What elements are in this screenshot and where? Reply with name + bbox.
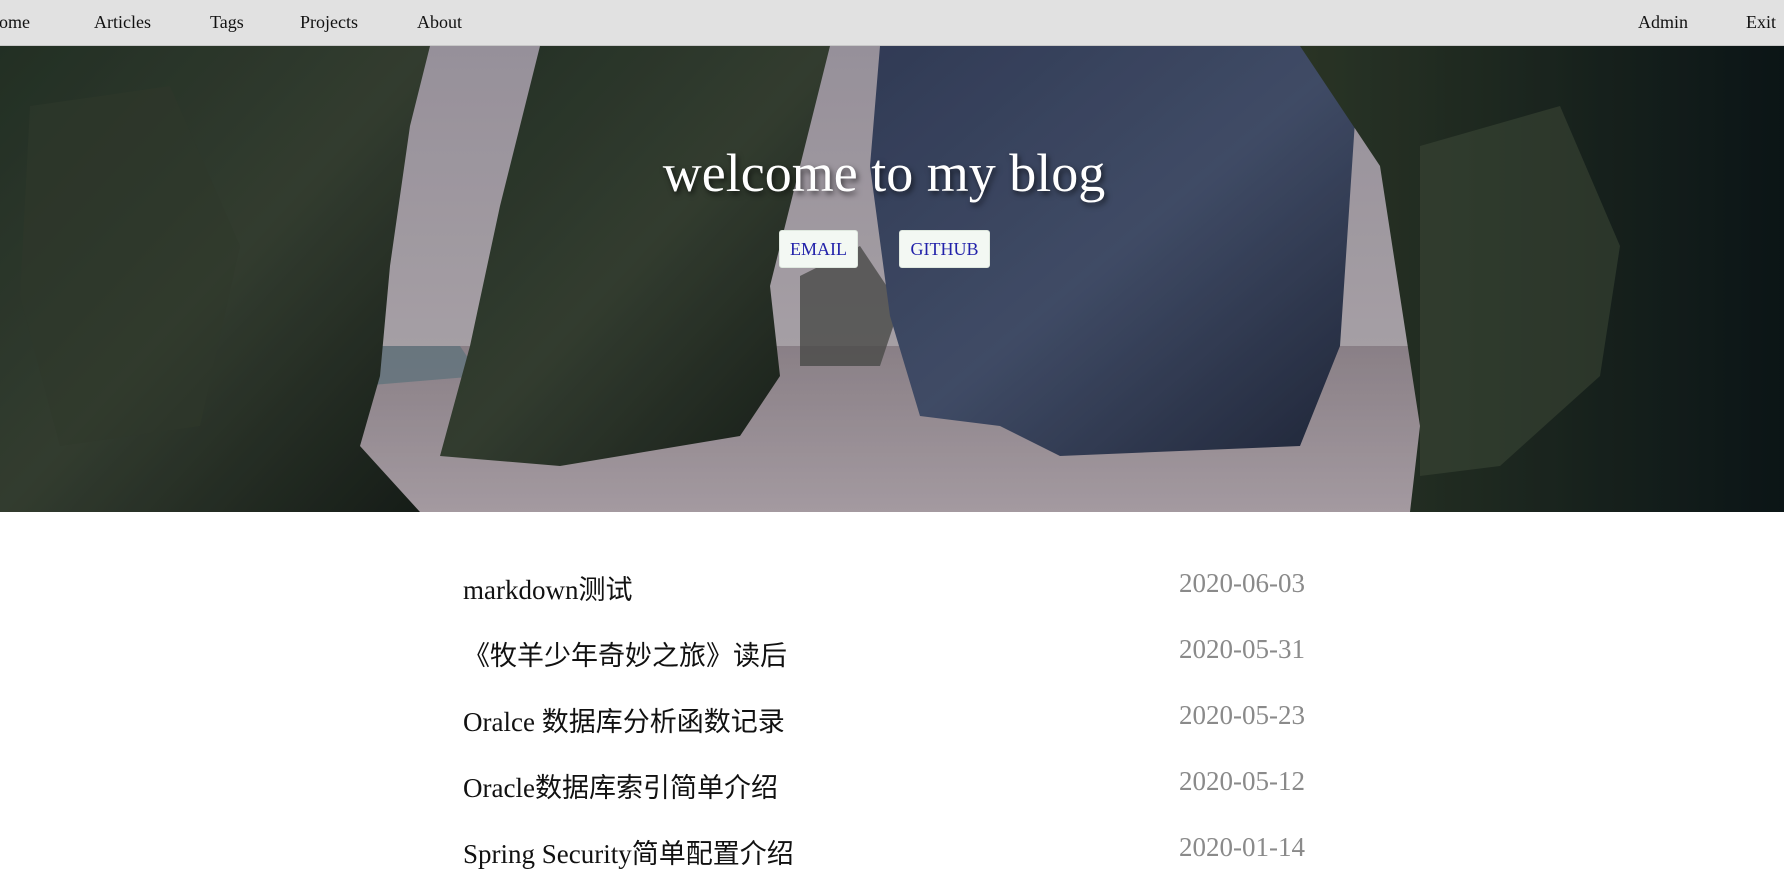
top-navigation-bar: Home Articles Tags Projects About Admin … — [0, 0, 1784, 46]
post-title[interactable]: 《牧羊少年奇妙之旅》读后 — [463, 634, 787, 673]
nav-link-home[interactable]: Home — [0, 12, 30, 33]
nav-link-about[interactable]: About — [417, 12, 462, 33]
hero-background-image — [0, 46, 1784, 512]
nav-link-admin[interactable]: Admin — [1638, 12, 1688, 33]
post-row[interactable]: markdown测试 2020-06-03 — [463, 560, 1305, 626]
post-row[interactable]: Oracle数据库索引简单介绍 2020-05-12 — [463, 758, 1305, 824]
post-date: 2020-05-31 — [1179, 634, 1305, 664]
post-row[interactable]: Oralce 数据库分析函数记录 2020-05-23 — [463, 692, 1305, 758]
post-title[interactable]: markdown测试 — [463, 568, 632, 607]
post-row[interactable]: Spring Security简单配置介绍 2020-01-14 — [463, 824, 1305, 890]
hero-title: welcome to my blog — [662, 143, 1106, 203]
post-date: 2020-05-23 — [1179, 700, 1305, 730]
post-list: markdown测试 2020-06-03 《牧羊少年奇妙之旅》读后 2020-… — [463, 560, 1305, 890]
post-date: 2020-05-12 — [1179, 766, 1305, 796]
post-date: 2020-01-14 — [1179, 832, 1305, 862]
post-date: 2020-06-03 — [1179, 568, 1305, 598]
post-title[interactable]: Oracle数据库索引简单介绍 — [463, 766, 778, 805]
email-button[interactable]: EMAIL — [779, 230, 858, 268]
nav-link-tags[interactable]: Tags — [210, 12, 244, 33]
post-title[interactable]: Spring Security简单配置介绍 — [463, 832, 794, 871]
post-title[interactable]: Oralce 数据库分析函数记录 — [463, 700, 785, 739]
post-row[interactable]: 《牧羊少年奇妙之旅》读后 2020-05-31 — [463, 626, 1305, 692]
nav-link-articles[interactable]: Articles — [94, 12, 151, 33]
nav-link-projects[interactable]: Projects — [300, 12, 358, 33]
github-button[interactable]: GITHUB — [899, 230, 990, 268]
hero-banner: welcome to my blog EMAIL GITHUB — [0, 46, 1784, 512]
nav-link-exit[interactable]: Exit — [1746, 12, 1776, 33]
